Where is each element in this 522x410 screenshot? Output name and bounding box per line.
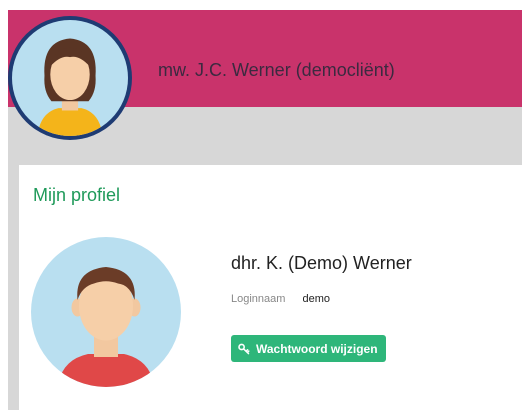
- login-label: Loginnaam: [231, 293, 286, 305]
- change-password-label: Wachtwoord wijzigen: [256, 341, 378, 356]
- profile-name: dhr. K. (Demo) Werner: [231, 253, 412, 273]
- profile-card: Mijn profiel dhr. K. (Demo) Werner Login…: [19, 165, 522, 410]
- login-value: demo: [302, 293, 331, 305]
- profile-avatar: [31, 237, 181, 387]
- female-user-avatar-icon: [12, 20, 128, 136]
- card-title: Mijn profiel: [33, 185, 121, 205]
- key-icon: [238, 343, 250, 354]
- page-left-edge: [0, 0, 8, 410]
- header-avatar[interactable]: [8, 16, 132, 140]
- header-user-name: mw. J.C. Werner (democliënt): [158, 60, 395, 80]
- login-row: Loginnaam demo: [231, 293, 330, 306]
- male-user-avatar-icon: [31, 237, 181, 387]
- change-password-button[interactable]: Wachtwoord wijzigen: [231, 335, 386, 362]
